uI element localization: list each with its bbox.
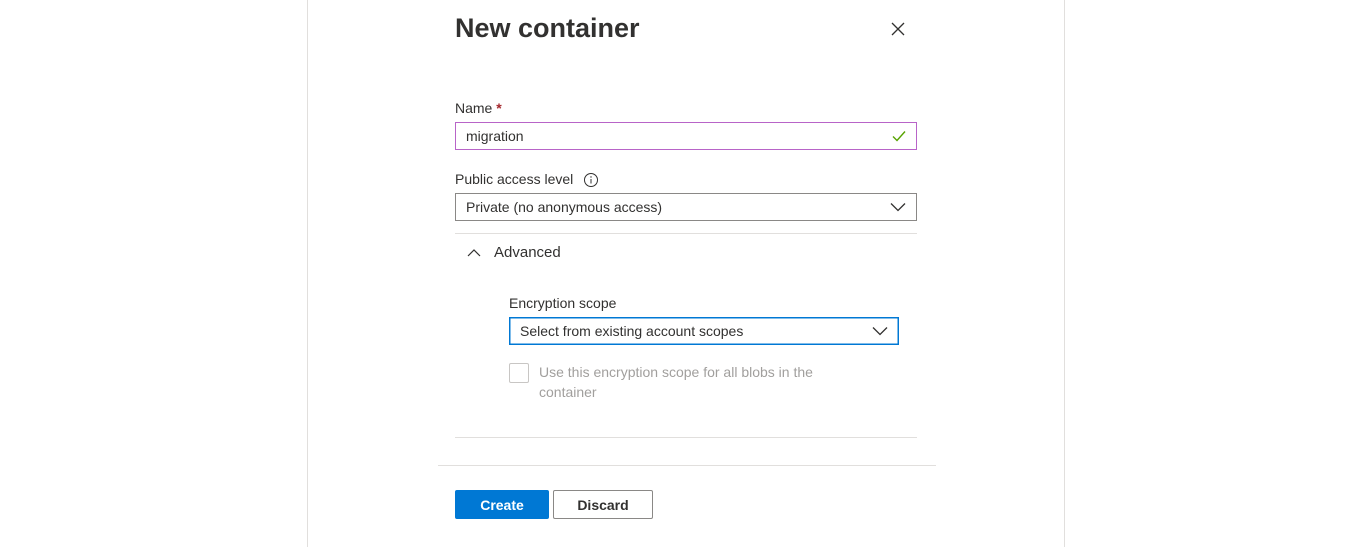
name-input-value: migration	[466, 128, 524, 144]
name-label-row: Name *	[455, 98, 502, 118]
encryption-scope-checkbox[interactable]	[509, 363, 529, 383]
public-access-dropdown[interactable]: Private (no anonymous access)	[455, 193, 917, 221]
footer-divider	[438, 465, 936, 466]
public-access-selected: Private (no anonymous access)	[466, 199, 663, 215]
encryption-scope-checkbox-label: Use this encryption scope for all blobs …	[539, 364, 813, 400]
divider	[455, 437, 917, 438]
encryption-scope-placeholder: Select from existing account scopes	[520, 323, 744, 339]
encryption-scope-label: Encryption scope	[509, 295, 617, 311]
advanced-toggle[interactable]: Advanced	[466, 244, 561, 261]
chevron-down-icon	[872, 327, 888, 336]
divider	[455, 233, 917, 234]
chevron-up-icon	[467, 248, 481, 256]
checkmark-icon	[892, 131, 906, 142]
encryption-scope-checkbox-row: Use this encryption scope for all blobs …	[509, 362, 869, 402]
name-input[interactable]: migration	[455, 122, 917, 150]
public-access-label: Public access level	[455, 171, 574, 187]
required-marker: *	[496, 100, 502, 116]
dialog-title: New container	[455, 13, 640, 43]
discard-button[interactable]: Discard	[553, 490, 653, 519]
chevron-down-icon	[890, 203, 906, 212]
public-access-label-row: Public access level	[455, 169, 599, 189]
close-button[interactable]	[885, 16, 911, 42]
advanced-label: Advanced	[494, 244, 561, 261]
create-button[interactable]: Create	[455, 490, 549, 519]
name-label: Name	[455, 100, 493, 116]
encryption-scope-dropdown[interactable]: Select from existing account scopes	[509, 317, 899, 345]
info-icon[interactable]	[583, 172, 599, 188]
close-icon	[891, 22, 905, 36]
